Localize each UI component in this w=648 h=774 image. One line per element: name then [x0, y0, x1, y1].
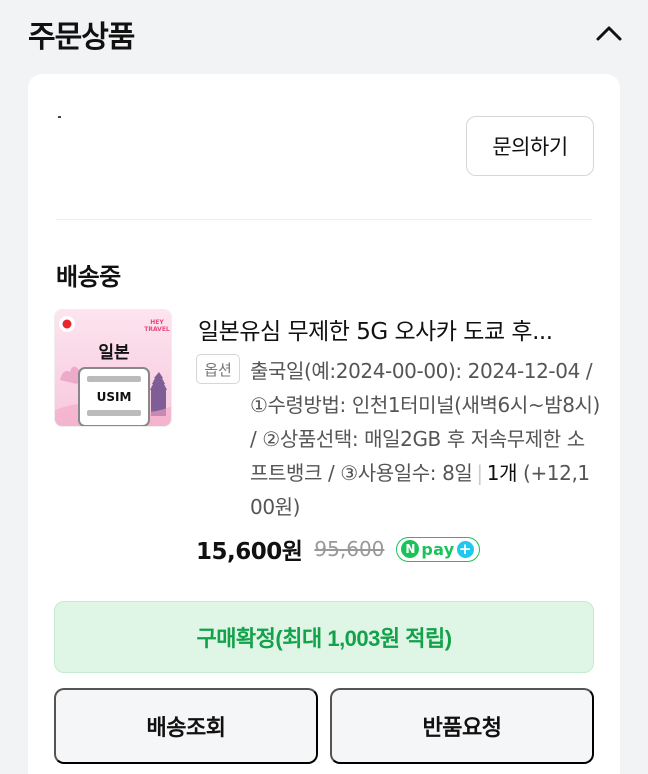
product-name[interactable]: 일본유심 무제한 5G 오사카 도쿄 후...	[198, 312, 598, 346]
svg-text:HEY: HEY	[150, 319, 164, 326]
divider	[56, 219, 592, 220]
return-request-button[interactable]: 반품요청	[330, 688, 594, 764]
npay-plus-badge: N pay +	[396, 536, 480, 562]
product-thumbnail[interactable]: HEY TRAVEL 일본 USIM	[54, 309, 172, 427]
option-details: 출국일(예:2024-00-00): 2024-12-04 / ①수령방법: 인…	[250, 354, 600, 524]
price-row: 15,600원 95,600 N pay +	[196, 534, 480, 565]
purchase-confirm-button[interactable]: 구매확정(최대 1,003원 적립)	[54, 601, 594, 673]
original-price: 95,600	[314, 537, 385, 561]
chevron-up-icon	[596, 26, 622, 41]
order-items-section-header[interactable]: 주문상품	[0, 0, 648, 62]
option-separator: |	[476, 461, 483, 485]
plus-icon: +	[456, 540, 474, 558]
sale-price: 15,600원	[196, 539, 303, 565]
section-title: 주문상품	[28, 20, 135, 55]
thumbnail-country-label: 일본	[98, 343, 130, 363]
quantity: 1개	[486, 461, 518, 485]
npay-text: pay	[421, 539, 455, 559]
option-badge: 옵션	[196, 354, 240, 384]
seller-name-placeholder	[58, 116, 61, 118]
thumbnail-chip-label: USIM	[97, 390, 132, 404]
inquiry-button[interactable]: 문의하기	[466, 116, 594, 176]
order-card: 문의하기 배송중 HEY TRAVEL 일본 USIM 일본유심 무제한 5G …	[28, 74, 620, 774]
track-delivery-button[interactable]: 배송조회	[54, 688, 318, 764]
svg-text:TRAVEL: TRAVEL	[144, 326, 170, 333]
delivery-status: 배송중	[56, 263, 121, 291]
npay-n-icon: N	[401, 540, 420, 558]
collapse-button[interactable]	[594, 22, 624, 44]
